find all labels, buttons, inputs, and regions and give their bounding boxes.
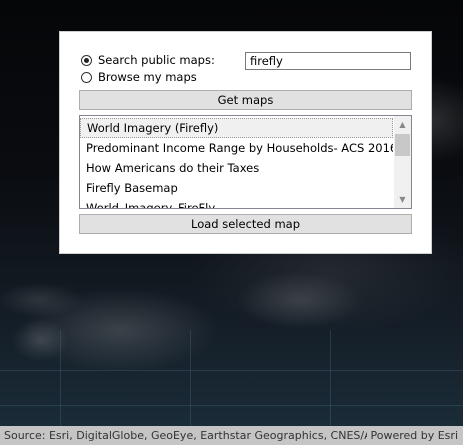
list-item[interactable]: World Imagery (Firefly) xyxy=(80,118,393,138)
browse-my-maps-radio[interactable] xyxy=(81,71,92,83)
radio-selected-dot xyxy=(84,57,89,63)
scroll-down-icon[interactable]: ▼ xyxy=(394,191,411,208)
powered-by-esri[interactable]: Powered by Esri xyxy=(370,426,458,445)
scroll-thumb[interactable] xyxy=(395,134,410,156)
graticule-line xyxy=(0,405,463,406)
search-public-radio[interactable] xyxy=(81,54,92,66)
search-input[interactable] xyxy=(245,52,411,70)
vertical-scrollbar[interactable]: ▲ ▼ xyxy=(394,116,411,208)
list-item[interactable]: World_Imagery_FireFly xyxy=(80,198,393,208)
graticule-line xyxy=(60,330,61,426)
search-public-label: Search public maps: xyxy=(98,53,215,67)
browse-my-maps-label: Browse my maps xyxy=(98,70,197,84)
graticule-line xyxy=(0,370,463,371)
attribution-source: Source: Esri, DigitalGlobe, GeoEye, Eart… xyxy=(4,429,367,442)
attribution-bar: Source: Esri, DigitalGlobe, GeoEye, Eart… xyxy=(0,426,463,445)
results-list[interactable]: World Imagery (Firefly) Predominant Inco… xyxy=(79,115,412,209)
list-item[interactable]: Firefly Basemap xyxy=(80,178,393,198)
graticule-line xyxy=(330,330,331,426)
graticule-line xyxy=(190,330,191,426)
list-item[interactable]: How Americans do their Taxes xyxy=(80,158,393,178)
get-maps-button[interactable]: Get maps xyxy=(79,90,412,110)
map-picker-panel: Search public maps: Browse my maps Get m… xyxy=(59,31,432,254)
list-item[interactable]: Predominant Income Range by Households- … xyxy=(80,138,393,158)
scroll-up-icon[interactable]: ▲ xyxy=(394,116,411,133)
search-public-option[interactable]: Search public maps: xyxy=(81,53,215,67)
browse-my-maps-option[interactable]: Browse my maps xyxy=(81,70,197,84)
load-selected-map-button[interactable]: Load selected map xyxy=(79,214,412,234)
